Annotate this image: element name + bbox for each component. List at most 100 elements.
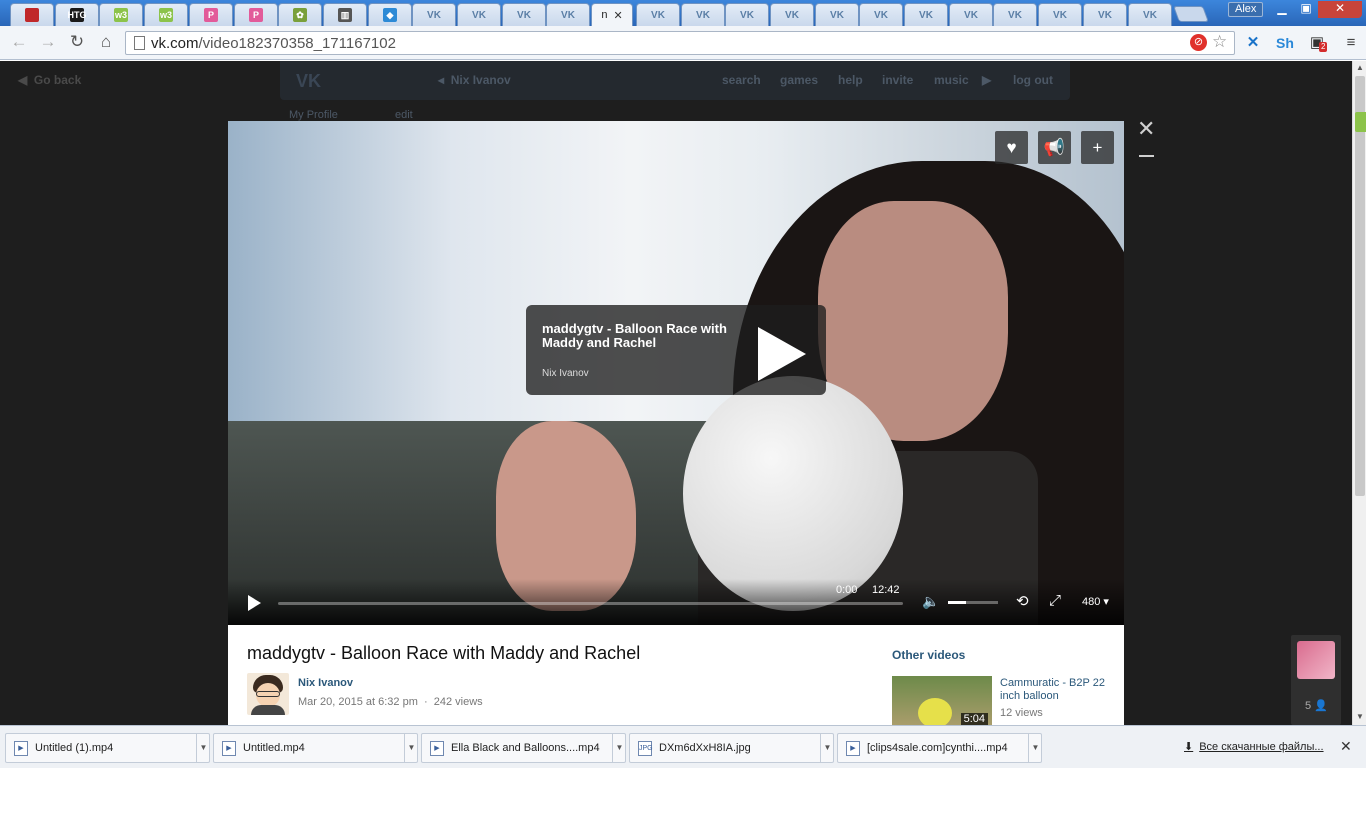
browser-tab[interactable]: w3: [99, 3, 143, 26]
show-all-downloads-link[interactable]: ⬇ Все скачанные файлы...: [1184, 740, 1324, 753]
browser-tab[interactable]: VK: [1038, 3, 1082, 26]
close-window-icon[interactable]: ✕: [1318, 1, 1362, 18]
browser-tab[interactable]: VK: [636, 3, 680, 26]
download-menu-arrow-icon[interactable]: ▼: [196, 734, 210, 762]
scroll-up-icon[interactable]: ▲: [1355, 63, 1365, 73]
side-extension-tab[interactable]: [1355, 112, 1366, 132]
nav-help[interactable]: help: [838, 73, 863, 87]
download-filename: Untitled.mp4: [243, 742, 305, 754]
browser-tab[interactable]: ◆: [368, 3, 412, 26]
browser-tab[interactable]: VK: [993, 3, 1037, 26]
volume-slider[interactable]: [948, 601, 998, 604]
go-back-link[interactable]: ◀ Go back: [18, 73, 81, 87]
browser-tab[interactable]: ▥: [323, 3, 367, 26]
minimize-icon[interactable]: ▁: [1270, 1, 1294, 18]
browser-tab[interactable]: VK: [1083, 3, 1127, 26]
browser-tab[interactable]: VK: [949, 3, 993, 26]
close-downloads-icon[interactable]: ✕: [1340, 738, 1352, 755]
scrollbar-thumb[interactable]: [1355, 76, 1365, 496]
back-arrow-icon[interactable]: ←: [8, 31, 30, 53]
browser-tab[interactable]: VK: [770, 3, 814, 26]
browser-tab[interactable]: ✿: [278, 3, 322, 26]
extension-sh-icon[interactable]: Sh: [1274, 33, 1296, 53]
play-icon[interactable]: [248, 595, 261, 611]
other-video-thumbnail[interactable]: 5:04: [892, 676, 992, 725]
address-bar[interactable]: vk.com/video182370358_171167102 ⊘ ☆: [125, 31, 1235, 55]
loop-icon[interactable]: ⟲: [1016, 592, 1029, 610]
browser-tab[interactable]: VK: [859, 3, 903, 26]
nav-log-out[interactable]: log out: [1013, 73, 1053, 87]
browser-tab[interactable]: VK: [681, 3, 725, 26]
tab-close-icon[interactable]: ✕: [613, 9, 622, 22]
other-video-views: 12 views: [1000, 707, 1043, 719]
side-playlist-thumb[interactable]: 5 👤: [1291, 635, 1341, 725]
browser-tab[interactable]: VK: [1128, 3, 1172, 26]
owner-name[interactable]: ◂ Nix Ivanov: [438, 73, 511, 87]
profile-user-button[interactable]: Alex: [1228, 2, 1264, 17]
download-item[interactable]: ▶ Ella Black and Balloons....mp4 ▼: [421, 733, 626, 763]
author-avatar[interactable]: [247, 673, 289, 715]
nav-search[interactable]: search: [722, 73, 761, 87]
download-item[interactable]: JPG DXm6dXxH8IA.jpg ▼: [629, 733, 834, 763]
browser-tab[interactable]: P: [234, 3, 278, 26]
download-menu-arrow-icon[interactable]: ▼: [820, 734, 834, 762]
fullscreen-icon[interactable]: ⤢: [1049, 592, 1061, 609]
music-arrow-icon[interactable]: ▶: [982, 73, 991, 87]
video-title: maddygtv - Balloon Race with Maddy and R…: [247, 643, 641, 663]
vk-logo[interactable]: VK: [296, 71, 321, 92]
browser-tab[interactable]: VK: [725, 3, 769, 26]
big-play-icon[interactable]: [758, 327, 806, 381]
adblock-icon[interactable]: ⊘: [1190, 34, 1207, 51]
vk-icon: VK: [517, 9, 531, 21]
browser-tab[interactable]: HTG: [55, 3, 99, 26]
progress-bar[interactable]: [278, 602, 903, 605]
new-tab-button[interactable]: [1173, 6, 1209, 22]
browser-tab[interactable]: VK: [502, 3, 546, 26]
active-tab[interactable]: n ✕: [591, 3, 633, 26]
browser-tab[interactable]: w3: [144, 3, 188, 26]
bookmark-star-icon[interactable]: ☆: [1212, 32, 1227, 52]
share-megaphone-icon[interactable]: 📢: [1038, 131, 1071, 164]
time-duration: 12:42: [872, 584, 900, 596]
my-profile-link[interactable]: My Profile: [289, 109, 338, 121]
download-item[interactable]: ▶ Untitled.mp4 ▼: [213, 733, 418, 763]
browser-tab[interactable]: VK: [904, 3, 948, 26]
browser-tab[interactable]: VK: [412, 3, 456, 26]
download-menu-arrow-icon[interactable]: ▼: [404, 734, 418, 762]
extension-badge-icon[interactable]: ▣ 2: [1306, 33, 1328, 53]
forward-arrow-icon[interactable]: →: [37, 31, 59, 53]
browser-tab[interactable]: VK: [457, 3, 501, 26]
browser-tab[interactable]: P: [189, 3, 233, 26]
page-icon: [134, 36, 145, 50]
nav-invite[interactable]: invite: [882, 73, 913, 87]
download-item[interactable]: ▶ Untitled (1).mp4 ▼: [5, 733, 210, 763]
quality-selector[interactable]: 480 ▾: [1082, 595, 1109, 608]
download-item[interactable]: ▶ [clips4sale.com]cynthi....mp4 ▼: [837, 733, 1042, 763]
menu-icon[interactable]: ≡: [1340, 33, 1362, 53]
browser-tab[interactable]: VK: [815, 3, 859, 26]
close-video-icon[interactable]: ✕: [1137, 116, 1155, 142]
browser-tab[interactable]: VK: [546, 3, 590, 26]
video-info-overlay[interactable]: maddygtv - Balloon Race with Maddy and R…: [526, 305, 826, 395]
author-link[interactable]: Nix Ivanov: [298, 677, 353, 689]
page-scrollbar[interactable]: ▲ ▼: [1352, 61, 1366, 725]
like-heart-icon[interactable]: ♥: [995, 131, 1028, 164]
download-menu-arrow-icon[interactable]: ▼: [612, 734, 626, 762]
minimize-video-icon[interactable]: [1139, 155, 1154, 157]
volume-icon[interactable]: 🔈: [922, 593, 939, 610]
maximize-icon[interactable]: ▣: [1294, 1, 1318, 18]
video-player[interactable]: ♥ 📢 + maddygtv - Balloon Race with Maddy…: [228, 121, 1124, 625]
other-video-title[interactable]: Cammuratic - B2P 22 inch balloon: [1000, 677, 1110, 703]
time-current: 0:00: [836, 584, 858, 596]
extension-x-icon[interactable]: ✕: [1242, 33, 1264, 53]
download-menu-arrow-icon[interactable]: ▼: [1028, 734, 1042, 762]
browser-tab[interactable]: [10, 3, 54, 26]
home-icon[interactable]: ⌂: [95, 31, 117, 53]
reload-icon[interactable]: ↻: [66, 31, 88, 53]
video-info-panel: maddygtv - Balloon Race with Maddy and R…: [228, 625, 1124, 725]
add-plus-icon[interactable]: +: [1081, 131, 1114, 164]
nav-games[interactable]: games: [780, 73, 818, 87]
nav-music[interactable]: music: [934, 73, 969, 87]
edit-link[interactable]: edit: [395, 109, 413, 121]
scroll-down-icon[interactable]: ▼: [1355, 712, 1365, 722]
